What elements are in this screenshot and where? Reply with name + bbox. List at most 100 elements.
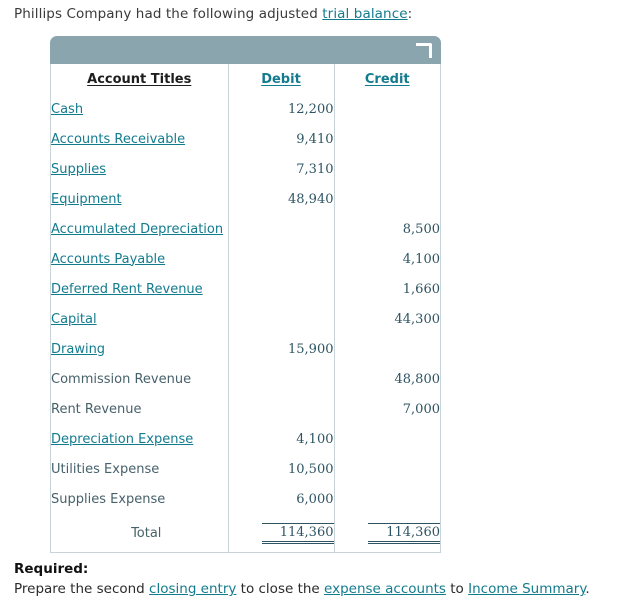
account-title-cell: Rent Revenue — [51, 394, 228, 424]
account-title-cell: Accumulated Depreciation — [51, 214, 228, 244]
account-title-cell: Drawing — [51, 334, 228, 364]
debit-cell — [227, 214, 334, 244]
credit-link[interactable]: Credit — [365, 72, 410, 87]
account-title-cell: Depreciation Expense — [51, 424, 228, 454]
credit-cell — [333, 94, 440, 124]
debit-cell — [227, 364, 334, 394]
debit-link[interactable]: Debit — [261, 72, 301, 87]
credit-cell — [333, 454, 440, 484]
debit-cell: 12,200 — [227, 94, 334, 124]
required-title: Required: — [14, 561, 89, 577]
account-title-label: Commission Revenue — [51, 371, 192, 387]
table-header-row: Account Titles Debit Credit — [51, 64, 440, 94]
account-title-cell: Accounts Payable — [51, 244, 228, 274]
total-credit-cell: 114,360 — [333, 514, 440, 552]
debit-cell: 7,310 — [227, 154, 334, 184]
account-title-cell: Supplies — [51, 154, 228, 184]
account-title-label[interactable]: Equipment — [51, 192, 122, 207]
table-row: Accounts Receivable 9,410 — [51, 124, 440, 154]
corner-bracket-icon — [416, 43, 432, 58]
account-title-label[interactable]: Drawing — [51, 342, 105, 357]
credit-cell — [333, 484, 440, 514]
account-title-cell: Accounts Receivable — [51, 124, 228, 154]
intro-sentence: Phillips Company had the following adjus… — [14, 6, 412, 22]
total-label-cell: Total — [51, 514, 228, 552]
closing-entry-link[interactable]: closing entry — [149, 581, 236, 597]
account-title-cell: Utilities Expense — [51, 454, 228, 484]
req-text-1: Prepare the second — [14, 581, 150, 597]
table-row: Commission Revenue 48,800 — [51, 364, 440, 394]
credit-cell: 48,800 — [333, 364, 440, 394]
intro-text-before: Phillips Company had the following adjus… — [14, 6, 323, 22]
credit-cell — [333, 424, 440, 454]
table-row: Drawing 15,900 — [51, 334, 440, 364]
debit-cell: 6,000 — [227, 484, 334, 514]
table-header-bar — [50, 36, 441, 64]
table-row: Deferred Rent Revenue 1,660 — [51, 274, 440, 304]
account-title-label[interactable]: Depreciation Expense — [51, 432, 193, 447]
table-row: Supplies 7,310 — [51, 154, 440, 184]
intro-text-after: : — [407, 6, 413, 22]
credit-cell: 44,300 — [333, 304, 440, 334]
account-title-label[interactable]: Cash — [51, 102, 83, 117]
account-title-cell: Commission Revenue — [51, 364, 228, 394]
table-rows-body: Cash 12,200 Accounts Receivable 9,410 Suppli… — [51, 94, 440, 514]
total-credit-value: 114,360 — [368, 522, 440, 544]
column-header-credit: Credit — [333, 64, 440, 94]
total-debit-value: 114,360 — [261, 522, 334, 544]
trial-balance-link[interactable]: trial balance — [322, 6, 407, 22]
req-text-4: . — [585, 581, 590, 597]
total-label: Total — [131, 525, 162, 541]
income-summary-link[interactable]: Income Summary — [468, 581, 585, 597]
account-title-label: Rent Revenue — [51, 401, 142, 417]
required-block: Required: Prepare the second closing ent… — [14, 559, 590, 599]
credit-cell — [333, 154, 440, 184]
debit-cell: 10,500 — [227, 454, 334, 484]
credit-cell: 1,660 — [333, 274, 440, 304]
account-title-cell: Cash — [51, 94, 228, 124]
debit-cell: 15,900 — [227, 334, 334, 364]
debit-cell: 9,410 — [227, 124, 334, 154]
credit-cell: 8,500 — [333, 214, 440, 244]
table-row: Cash 12,200 — [51, 94, 440, 124]
credit-cell — [333, 124, 440, 154]
account-title-label[interactable]: Capital — [51, 312, 97, 327]
account-title-cell: Capital — [51, 304, 228, 334]
req-text-2: to close the — [236, 581, 325, 597]
expense-accounts-link[interactable]: expense accounts — [324, 581, 446, 597]
account-title-label: Utilities Expense — [51, 461, 160, 477]
credit-cell: 7,000 — [333, 394, 440, 424]
account-title-cell: Equipment — [51, 184, 228, 214]
account-title-label[interactable]: Supplies — [51, 162, 106, 177]
table-row: Equipment 48,940 — [51, 184, 440, 214]
debit-cell — [227, 394, 334, 424]
credit-cell — [333, 184, 440, 214]
account-title-label[interactable]: Deferred Rent Revenue — [51, 282, 203, 297]
table-row: Rent Revenue 7,000 — [51, 394, 440, 424]
credit-cell — [333, 334, 440, 364]
table-row: Capital 44,300 — [51, 304, 440, 334]
account-title-label[interactable]: Accounts Payable — [51, 252, 165, 267]
table-row: Supplies Expense 6,000 — [51, 484, 440, 514]
account-title-label: Supplies Expense — [51, 491, 166, 507]
debit-cell: 48,940 — [227, 184, 334, 214]
account-title-cell: Deferred Rent Revenue — [51, 274, 228, 304]
debit-cell — [227, 274, 334, 304]
table-row: Accumulated Depreciation 8,500 — [51, 214, 440, 244]
column-header-account: Account Titles — [87, 71, 192, 87]
credit-cell: 4,100 — [333, 244, 440, 274]
account-title-label[interactable]: Accumulated Depreciation — [51, 222, 223, 237]
table-row: Accounts Payable 4,100 — [51, 244, 440, 274]
total-debit-cell: 114,360 — [227, 514, 334, 552]
column-header-debit: Debit — [227, 64, 334, 94]
trial-balance-widget: Account Titles Debit Credit Cash 12,200 Ac… — [50, 36, 441, 553]
table-body: Account Titles Debit Credit Cash 12,200 Ac… — [50, 64, 441, 553]
account-title-label[interactable]: Accounts Receivable — [51, 132, 185, 147]
table-row: Utilities Expense 10,500 — [51, 454, 440, 484]
table-total-row: Total 114,360 114,360 — [51, 514, 440, 552]
required-instruction: Prepare the second closing entry to clos… — [14, 579, 590, 599]
account-title-cell: Supplies Expense — [51, 484, 228, 514]
table-row: Depreciation Expense 4,100 — [51, 424, 440, 454]
debit-cell: 4,100 — [227, 424, 334, 454]
req-text-3: to — [445, 581, 469, 597]
